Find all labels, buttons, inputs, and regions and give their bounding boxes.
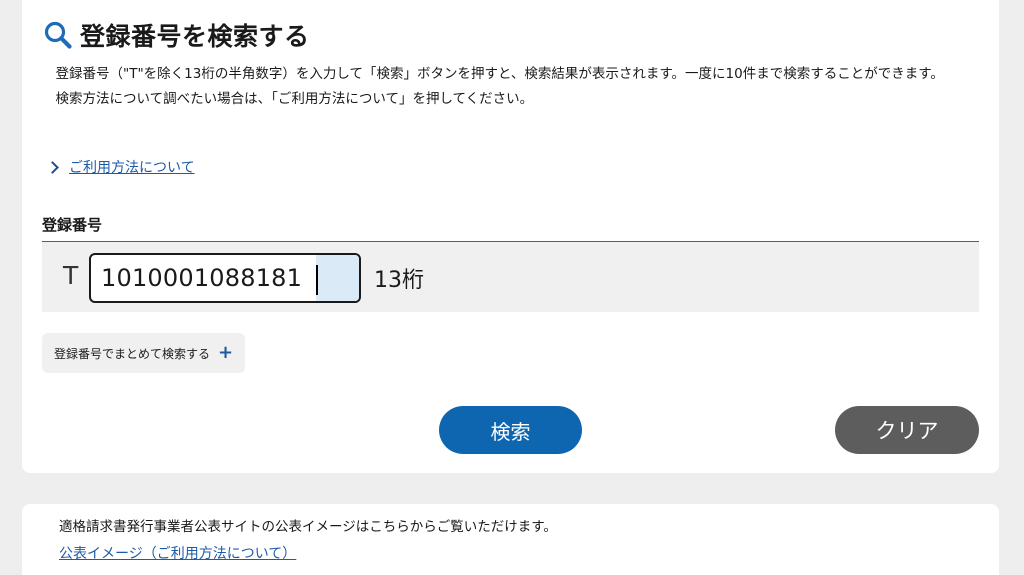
page-title: 登録番号を検索する [80, 22, 310, 51]
chevron-right-icon [46, 160, 59, 174]
usage-link-row: ご利用方法について [46, 157, 195, 177]
info-text: 適格請求書発行事業者公表サイトの公表イメージはこちらからご覧いただけます。 [59, 519, 557, 535]
t-prefix: T [63, 261, 79, 290]
clear-button[interactable]: クリア [835, 406, 979, 454]
search-panel: 登録番号を検索する 登録番号（"T"を除く13桁の半角数字）を入力して「検索」ボ… [22, 0, 999, 473]
bulk-search-button[interactable]: 登録番号でまとめて検索する + [42, 333, 246, 373]
registration-number-input[interactable]: 1010001088181 [89, 253, 361, 303]
input-value: 1010001088181 [101, 264, 303, 292]
registration-number-row: T 1010001088181 13桁 [42, 242, 979, 312]
publication-image-link[interactable]: 公表イメージ（ご利用方法について） [59, 543, 296, 563]
description: 登録番号（"T"を除く13桁の半角数字）を入力して「検索」ボタンを押すと、検索結… [42, 62, 982, 112]
search-icon [44, 21, 72, 49]
input-selection-highlight [316, 255, 359, 301]
plus-icon: + [218, 342, 234, 363]
description-text: 登録番号（"T"を除く13桁の半角数字）を入力して「検索」ボタンを押すと、検索結… [55, 66, 944, 82]
bulk-search-label: 登録番号でまとめて検索する [54, 346, 211, 361]
page-heading: 登録番号を検索する [42, 10, 310, 60]
usage-link[interactable]: ご利用方法について [69, 157, 195, 177]
text-caret [316, 265, 318, 295]
description-text-2: 検索方法について調べたい場合は、「ご利用方法について」を押してください。 [55, 91, 534, 107]
search-button[interactable]: 検索 [439, 406, 582, 454]
field-label: 登録番号 [42, 216, 103, 234]
info-panel: 適格請求書発行事業者公表サイトの公表イメージはこちらからご覧いただけます。 公表… [22, 504, 999, 575]
digits-label: 13桁 [374, 268, 424, 293]
